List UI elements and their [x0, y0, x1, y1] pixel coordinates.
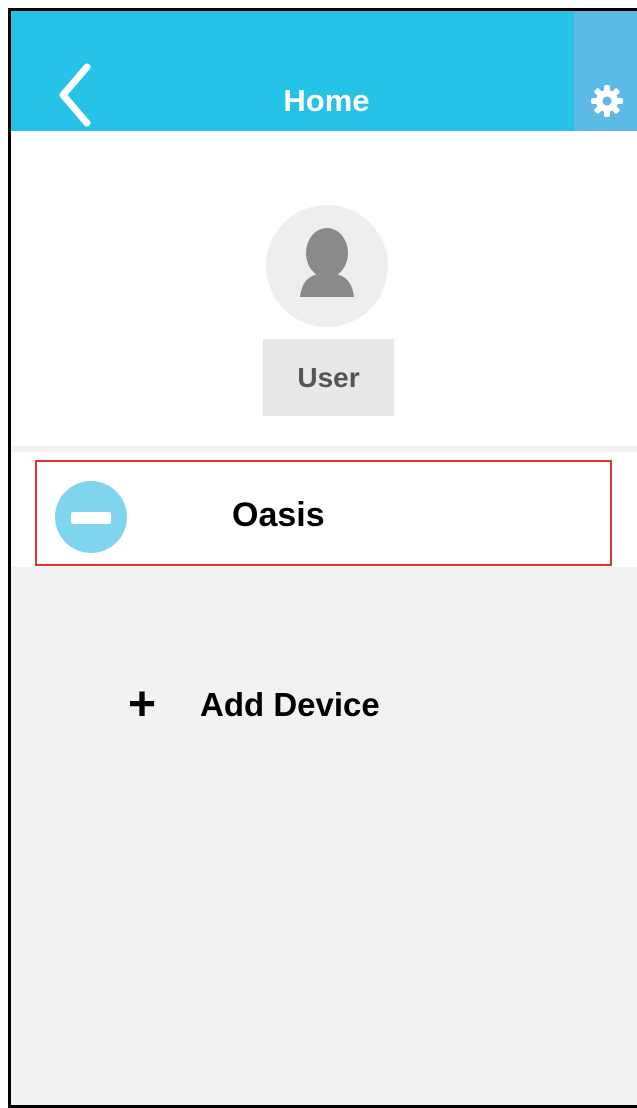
page-title: Home — [283, 83, 370, 118]
user-profile-section: User — [11, 131, 637, 446]
user-silhouette-icon — [300, 228, 354, 297]
app-frame: Home User Oasis + Add Device — [8, 8, 637, 1108]
add-device-label: Add Device — [200, 686, 380, 723]
gear-icon — [591, 85, 623, 117]
device-name[interactable]: Oasis — [232, 496, 325, 535]
add-device-button[interactable]: + Add Device — [128, 675, 380, 735]
settings-button[interactable] — [574, 11, 637, 131]
header-bar: Home — [11, 11, 637, 131]
avatar[interactable] — [266, 205, 388, 327]
air-conditioner-icon — [55, 481, 127, 553]
plus-icon: + — [128, 678, 157, 731]
user-button[interactable]: User — [263, 339, 394, 416]
